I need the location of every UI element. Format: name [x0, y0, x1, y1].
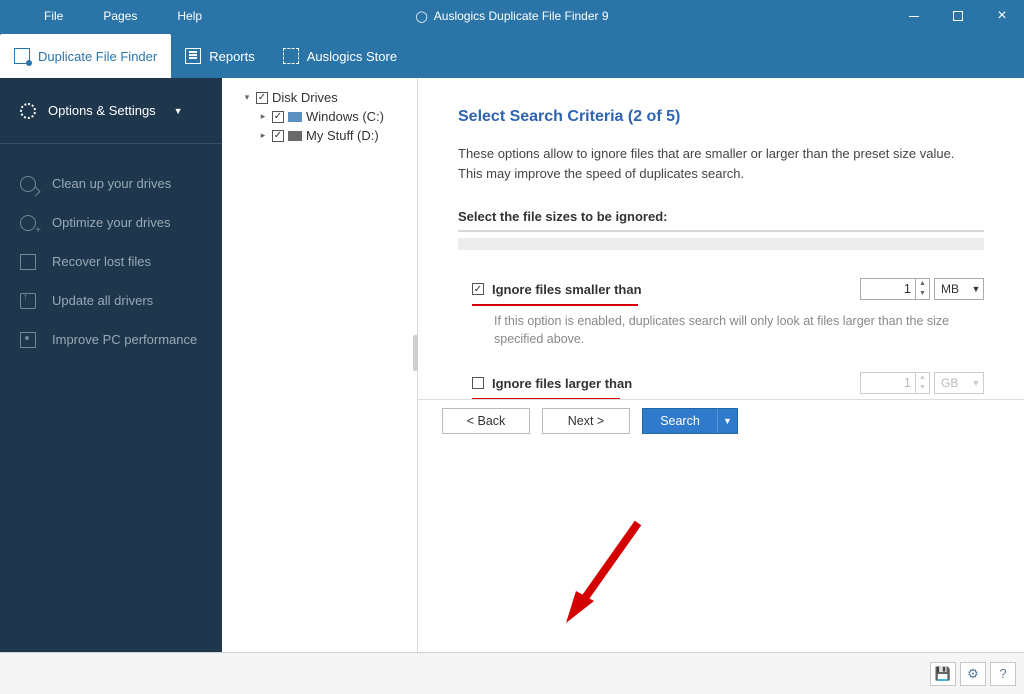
sidebar-item-optimize[interactable]: Optimize your drives: [0, 203, 222, 242]
optimize-icon: [20, 215, 36, 231]
annotation-arrow: [558, 513, 658, 633]
unit-value: MB: [935, 282, 969, 296]
unit-smaller-select[interactable]: MB ▼: [934, 278, 984, 300]
sidebar-item-cleanup[interactable]: Clean up your drives: [0, 164, 222, 203]
settings-button[interactable]: ⚙: [960, 662, 986, 686]
main-area: Options & Settings ▼ Clean up your drive…: [0, 78, 1024, 652]
size-larger-input: 1 ▲▼: [860, 372, 930, 394]
checkbox-ignore-smaller[interactable]: ✓: [472, 283, 484, 295]
store-icon: [283, 48, 299, 64]
drive-tree: ▾ ✓ Disk Drives ▸ ✓ Windows (C:) ▸ ✓ My …: [222, 78, 418, 652]
sidebar-item-label: Recover lost files: [52, 254, 151, 269]
size-smaller-input[interactable]: 1 ▲▼: [860, 278, 930, 300]
wizard-button-bar: < Back Next > Search ▼: [418, 399, 1024, 443]
menu-file[interactable]: File: [24, 1, 83, 31]
sidebar-item-label: Improve PC performance: [52, 332, 197, 347]
next-button[interactable]: Next >: [542, 408, 630, 434]
expand-icon[interactable]: ▸: [258, 111, 268, 122]
status-bar: 💾 ⚙ ?: [0, 652, 1024, 694]
cleanup-icon: [20, 176, 36, 192]
tab-label: Duplicate File Finder: [38, 49, 157, 64]
spin-down-icon: ▼: [916, 383, 929, 393]
maximize-icon: [953, 11, 963, 21]
option-label: Ignore files larger than: [492, 376, 632, 391]
title-bar: Auslogics Duplicate File Finder 9 File P…: [0, 0, 1024, 32]
sidebar-item-label: Update all drivers: [52, 293, 153, 308]
minimize-icon: [909, 16, 919, 17]
sidebar-item-recover[interactable]: Recover lost files: [0, 242, 222, 281]
gear-icon: [20, 103, 36, 119]
search-button[interactable]: Search ▼: [642, 408, 738, 434]
tab-auslogics-store[interactable]: Auslogics Store: [269, 34, 411, 78]
tab-label: Reports: [209, 49, 255, 64]
update-icon: [20, 293, 36, 309]
collapse-icon[interactable]: ▾: [242, 92, 252, 103]
performance-icon: [20, 332, 36, 348]
content-pane: Select Search Criteria (2 of 5) These op…: [418, 78, 1024, 443]
spin-up-icon: ▲: [916, 373, 929, 383]
help-button[interactable]: ?: [990, 662, 1016, 686]
search-dropdown-icon[interactable]: ▼: [717, 409, 737, 433]
options-settings-button[interactable]: Options & Settings ▼: [0, 78, 222, 144]
gear-icon: ⚙: [967, 666, 979, 682]
spin-down-icon[interactable]: ▼: [916, 289, 929, 299]
sidebar-item-improve-pc[interactable]: Improve PC performance: [0, 320, 222, 359]
chevron-down-icon: ▼: [969, 378, 983, 388]
menu-pages[interactable]: Pages: [83, 1, 157, 31]
menu-help[interactable]: Help: [157, 1, 222, 31]
save-button[interactable]: 💾: [930, 662, 956, 686]
tab-duplicate-file-finder[interactable]: Duplicate File Finder: [0, 34, 171, 78]
page-title: Select Search Criteria (2 of 5): [458, 108, 984, 126]
size-value: 1: [861, 279, 915, 299]
tree-node-disk-drives[interactable]: ▾ ✓ Disk Drives: [228, 88, 411, 107]
minimize-button[interactable]: [892, 0, 936, 32]
section-heading: Select the file sizes to be ignored:: [458, 209, 984, 224]
checkbox-checked[interactable]: ✓: [272, 111, 284, 123]
expand-icon[interactable]: ▸: [258, 130, 268, 141]
unit-larger-select: GB ▼: [934, 372, 984, 394]
back-button[interactable]: < Back: [442, 408, 530, 434]
checkbox-checked[interactable]: ✓: [272, 130, 284, 142]
annotation-underline: [472, 304, 638, 306]
option-ignore-smaller: ✓ Ignore files smaller than 1 ▲▼ MB ▼: [472, 278, 984, 300]
option-hint: If this option is enabled, duplicates se…: [494, 312, 964, 348]
tree-label: Windows (C:): [306, 109, 384, 124]
tree-node-drive-d[interactable]: ▸ ✓ My Stuff (D:): [228, 126, 411, 145]
reports-icon: [185, 48, 201, 64]
drive-icon: [288, 131, 302, 141]
tree-node-drive-c[interactable]: ▸ ✓ Windows (C:): [228, 107, 411, 126]
maximize-button[interactable]: [936, 0, 980, 32]
divider: [458, 230, 984, 232]
checkbox-ignore-larger[interactable]: [472, 377, 484, 389]
question-icon: ?: [999, 666, 1006, 681]
drive-icon: [288, 112, 302, 122]
tree-label: My Stuff (D:): [306, 128, 379, 143]
spin-up-icon[interactable]: ▲: [916, 279, 929, 289]
search-label: Search: [643, 409, 717, 433]
page-description: These options allow to ignore files that…: [458, 144, 978, 183]
size-value: 1: [861, 373, 915, 393]
tab-label: Auslogics Store: [307, 49, 397, 64]
separator-bar: [458, 238, 984, 250]
checkbox-checked[interactable]: ✓: [256, 92, 268, 104]
tree-label: Disk Drives: [272, 90, 338, 105]
unit-value: GB: [935, 376, 969, 390]
chevron-down-icon: ▼: [969, 284, 983, 294]
sidebar-item-update-drivers[interactable]: Update all drivers: [0, 281, 222, 320]
sidebar-item-label: Clean up your drives: [52, 176, 171, 191]
duplicate-files-icon: [14, 48, 30, 64]
save-icon: 💾: [935, 666, 951, 682]
caret-down-icon: ▼: [174, 106, 183, 116]
options-label: Options & Settings: [48, 103, 156, 118]
close-icon: ×: [997, 7, 1006, 25]
toolbar: Duplicate File Finder Reports Auslogics …: [0, 32, 1024, 78]
sidebar-item-label: Optimize your drives: [52, 215, 170, 230]
sidebar: Options & Settings ▼ Clean up your drive…: [0, 78, 222, 652]
option-label: Ignore files smaller than: [492, 282, 642, 297]
recover-icon: [20, 254, 36, 270]
tab-reports[interactable]: Reports: [171, 34, 269, 78]
close-button[interactable]: ×: [980, 0, 1024, 32]
option-ignore-larger: Ignore files larger than 1 ▲▼ GB ▼: [472, 372, 984, 394]
